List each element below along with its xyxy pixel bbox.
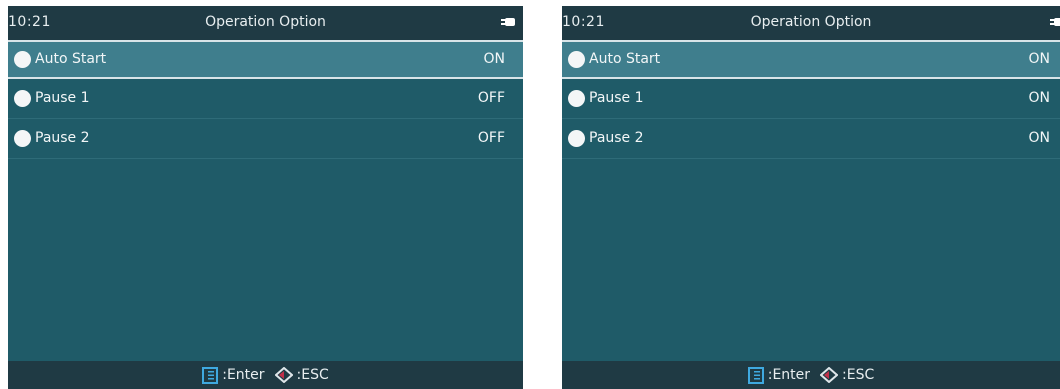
option-value: ON	[1028, 90, 1051, 106]
footer-bar: :Enter :ESC	[562, 361, 1060, 389]
esc-hint-label: :ESC	[842, 367, 875, 383]
option-label: Pause 2	[589, 130, 644, 146]
option-value: ON	[483, 51, 506, 67]
menu-item-pause-1[interactable]: Pause 1 OFF	[8, 79, 523, 119]
radio-bullet-icon	[14, 130, 31, 147]
option-value: ON	[1028, 130, 1051, 146]
option-label: Pause 2	[35, 130, 90, 146]
screen-title: Operation Option	[205, 14, 326, 30]
enter-icon	[202, 366, 219, 384]
radio-bullet-icon	[568, 90, 585, 107]
plug-icon	[1050, 18, 1060, 26]
option-menu: Auto Start ON Pause 1 OFF Pause 2 OFF	[8, 40, 523, 159]
option-menu: Auto Start ON Pause 1 ON Pause 2 ON	[562, 40, 1060, 159]
radio-bullet-icon	[14, 51, 31, 68]
option-label: Auto Start	[35, 51, 107, 67]
footer-bar: :Enter :ESC	[8, 361, 523, 389]
menu-item-pause-2[interactable]: Pause 2 ON	[562, 119, 1060, 159]
radio-bullet-icon	[568, 51, 585, 68]
status-bar: 10:21 Operation Option	[8, 6, 523, 40]
menu-item-auto-start[interactable]: Auto Start ON	[8, 40, 523, 79]
esc-icon	[274, 367, 293, 383]
menu-item-pause-1[interactable]: Pause 1 ON	[562, 79, 1060, 119]
esc-hint-label: :ESC	[296, 367, 329, 383]
option-value: ON	[1028, 51, 1051, 67]
status-bar: 10:21 Operation Option	[562, 6, 1060, 40]
radio-bullet-icon	[568, 130, 585, 147]
option-label: Pause 1	[589, 90, 644, 106]
esc-icon	[820, 367, 839, 383]
option-value: OFF	[477, 90, 505, 106]
screen-title: Operation Option	[750, 14, 872, 30]
plug-icon	[501, 18, 515, 26]
enter-hint-label: :Enter	[767, 367, 811, 383]
enter-icon	[747, 366, 764, 384]
menu-item-pause-2[interactable]: Pause 2 OFF	[8, 119, 523, 159]
option-label: Pause 1	[35, 90, 90, 106]
device-screen-right: 10:21 Operation Option Auto Start ON Pau…	[562, 6, 1060, 389]
menu-item-auto-start[interactable]: Auto Start ON	[562, 40, 1060, 79]
device-screen-left: 10:21 Operation Option Auto Start ON Pau…	[8, 6, 523, 389]
radio-bullet-icon	[14, 90, 31, 107]
option-value: OFF	[477, 130, 505, 146]
option-label: Auto Start	[589, 51, 661, 67]
enter-hint-label: :Enter	[222, 367, 265, 383]
